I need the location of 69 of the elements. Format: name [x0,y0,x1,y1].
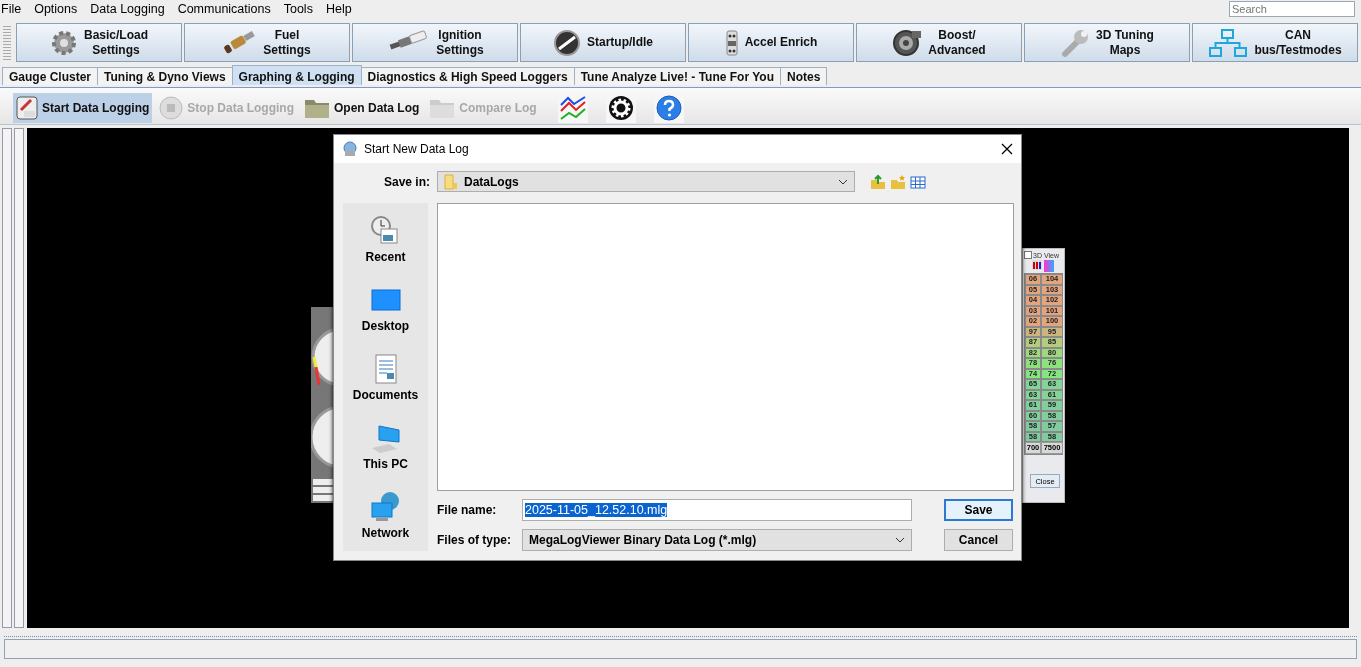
network-icon [369,491,402,523]
new-folder-icon [890,173,906,190]
view-menu-icon [910,173,926,190]
up-folder-button[interactable] [870,173,886,190]
field-label: Files of type: [437,533,512,547]
places-item[interactable]: Network [361,491,410,540]
toolbar-button[interactable]: Accel Enrich [688,23,854,62]
scroll-bar[interactable] [2,128,12,628]
menu-item[interactable]: Data Logging [89,1,171,16]
toolbar-button[interactable]: Startup/Idle [520,23,686,62]
toolbar-button[interactable]: Start Data Logging [13,93,153,123]
menu-item[interactable]: Communications [176,1,277,16]
menu-item[interactable]: Help [324,1,358,16]
checkbox[interactable] [1024,251,1032,259]
menu-item[interactable]: File [0,1,28,16]
settings-button[interactable] [605,93,636,123]
stop-icon [159,96,184,120]
toolbar-button[interactable]: Fuel Settings [184,23,350,62]
wrench-icon [1060,27,1091,58]
places-item[interactable]: This PC [363,422,408,471]
menu-item[interactable]: Options [33,1,84,16]
file-name-field[interactable]: 2025-11-05_12.52.10.mlg [522,499,912,521]
tab[interactable]: Tune Analyze Live! - Tune For You [573,67,781,85]
window-title: Start New Data Log [364,142,470,156]
file-type-dropdown[interactable]: MegaLogViewer Binary Data Log (*.mlg) [522,529,912,551]
chevron-icon [838,178,848,185]
folder-icon [429,97,456,119]
gradient-icon [1044,260,1054,272]
scroll-bar[interactable] [14,128,24,628]
chart-icon [558,95,587,121]
field-label: Save in: [382,174,430,189]
folder-icon [304,97,330,119]
dial-icon [553,28,581,57]
places-item[interactable]: Desktop [361,284,410,333]
cancel-button[interactable]: Cancel [944,529,1013,551]
toolbar-button[interactable]: Ignition Settings [352,23,518,62]
help-icon [655,95,682,121]
sensor-icon [724,28,739,57]
toolbar-button[interactable]: Basic/Load Settings [16,23,182,62]
tab[interactable]: Tuning & Dyno Views [97,67,233,85]
search-field[interactable]: Search [1229,0,1355,17]
network-tree-icon [1208,27,1249,58]
places-item[interactable]: Recent [365,215,406,264]
toolbar-button[interactable]: Open Data Log [301,93,423,123]
tab[interactable]: Diagnostics & High Speed Loggers [360,67,575,85]
toolbar-button[interactable]: CAN bus/Testmodes [1192,23,1358,62]
chevron-icon [895,537,905,543]
settings-icon [607,95,634,121]
help-button[interactable] [653,93,684,123]
tab[interactable]: Graphing & Logging [231,65,362,85]
view-menu-button[interactable] [910,173,926,190]
folder-icon [444,173,458,190]
gear-icon [50,28,78,57]
chart-button[interactable] [557,93,588,123]
menu-item[interactable]: Tools [282,1,319,16]
bars-icon [1032,260,1042,270]
turbo-icon [892,27,923,58]
tab[interactable]: Gauge Cluster [2,67,99,85]
toolbar-button[interactable]: 3D Tuning Maps [1024,23,1190,62]
save-button[interactable]: Save [944,499,1013,521]
toolbar-button[interactable]: Boost/ Advanced [856,23,1022,62]
tab[interactable]: Notes [780,67,828,85]
app-icon [342,141,358,157]
folder-dropdown[interactable]: DataLogs [437,171,855,192]
log-icon [16,96,38,120]
up-folder-icon [870,173,886,190]
field-label: File name: [437,503,498,517]
close-icon [1001,143,1013,155]
places-item[interactable]: Documents [352,353,419,402]
